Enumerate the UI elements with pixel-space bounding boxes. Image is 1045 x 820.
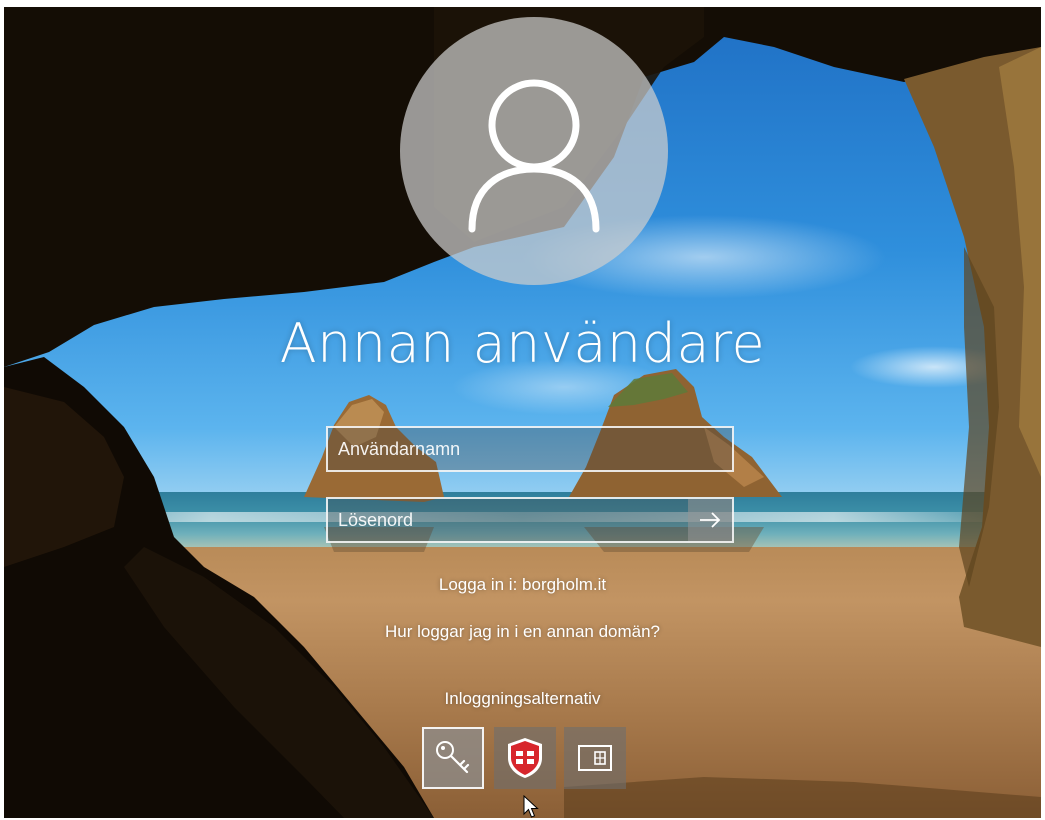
password-field[interactable]	[326, 497, 734, 543]
other-domain-link[interactable]: Hur loggar jag in i en annan domän?	[4, 622, 1041, 642]
smart-card-icon	[578, 745, 612, 771]
user-avatar	[400, 17, 668, 285]
fortinet-signin-option[interactable]	[494, 727, 556, 789]
submit-button[interactable]	[688, 499, 732, 541]
user-display-name: Annan användare	[279, 312, 766, 375]
username-input[interactable]	[328, 428, 732, 470]
fortinet-shield-icon	[508, 738, 542, 778]
signin-domain-text: Logga in i: borgholm.it	[438, 575, 607, 594]
username-field[interactable]	[326, 426, 734, 472]
lock-screen: Annan användare Logga in i: borgholm.it …	[4, 7, 1041, 818]
smart-card-signin-option[interactable]	[564, 727, 626, 789]
arrow-right-icon	[700, 512, 721, 528]
password-input[interactable]	[328, 499, 732, 541]
user-silhouette-icon	[468, 79, 600, 233]
mouse-pointer-icon	[523, 795, 539, 818]
password-signin-option[interactable]	[422, 727, 484, 789]
password-key-icon	[436, 741, 470, 774]
signin-options-link[interactable]: Inloggningsalternativ	[4, 689, 1041, 709]
